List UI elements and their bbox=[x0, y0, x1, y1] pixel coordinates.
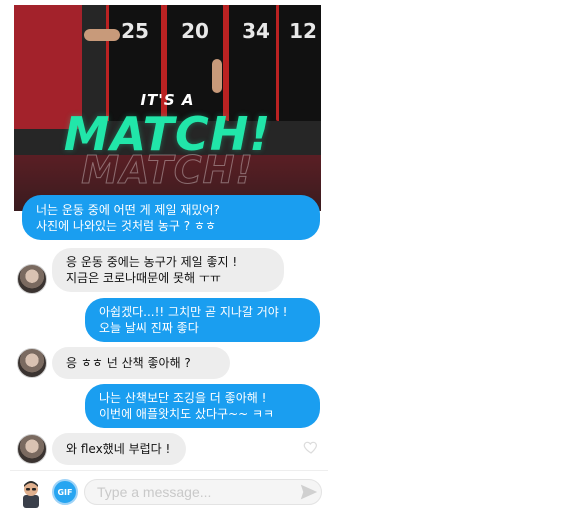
message-input[interactable] bbox=[84, 479, 322, 505]
received-message-bubble[interactable]: 응 운동 중에는 농구가 제일 좋지 ! 지금은 코로나때문에 못해 ㅜㅠ bbox=[52, 248, 284, 292]
match-photo: 25 20 34 12 IT'S A MATCH! MATCH! bbox=[14, 5, 321, 211]
message-line: 나는 산책보단 조깅을 더 좋아해 ! bbox=[99, 391, 267, 405]
jersey-number: 34 bbox=[242, 19, 270, 43]
received-message-bubble[interactable]: 와 flex했네 부럽다 ! bbox=[52, 433, 186, 465]
message-line: 오늘 날씨 진짜 좋다 bbox=[99, 321, 199, 335]
player-arm bbox=[212, 59, 222, 93]
message-composer: GIF bbox=[10, 470, 328, 514]
message-line: 응 운동 중에는 농구가 제일 좋지 ! bbox=[66, 255, 238, 269]
message-line: 너는 운동 중에 어떤 게 제일 재밌어? bbox=[36, 202, 220, 217]
send-icon[interactable] bbox=[299, 483, 319, 501]
sent-message-bubble[interactable]: 아쉽겠다...!! 그치만 곧 지나갈 거야 ! 오늘 날씨 진짜 좋다 bbox=[85, 298, 320, 342]
message-line: 아쉽겠다...!! 그치만 곧 지나갈 거야 ! bbox=[99, 305, 288, 319]
sent-message-bubble[interactable]: 나는 산책보단 조깅을 더 좋아해 ! 이번에 애플왓치도 샀다구~~ ㅋㅋ bbox=[85, 384, 320, 428]
player-arm bbox=[84, 29, 120, 41]
message-line: 이번에 애플왓치도 샀다구~~ ㅋㅋ bbox=[99, 407, 275, 421]
contact-avatar[interactable] bbox=[17, 434, 47, 464]
message-line: 응 ㅎㅎ 넌 산책 좋아해 ? bbox=[66, 356, 191, 370]
contact-avatar[interactable] bbox=[17, 348, 47, 378]
match-title-echo: MATCH! bbox=[81, 148, 254, 193]
message-line: 사진에 나와있는 것처럼 농구 ? ㅎㅎ bbox=[36, 218, 217, 233]
jersey-number: 12 bbox=[289, 19, 317, 43]
sent-message-bubble[interactable]: 너는 운동 중에 어떤 게 제일 재밌어? 사진에 나와있는 것처럼 농구 ? … bbox=[22, 195, 320, 240]
user-avatar-icon[interactable] bbox=[18, 478, 44, 508]
jersey-number: 20 bbox=[181, 19, 209, 43]
contact-avatar[interactable] bbox=[17, 264, 47, 294]
received-message-bubble[interactable]: 응 ㅎㅎ 넌 산책 좋아해 ? bbox=[52, 347, 230, 379]
message-line: 지금은 코로나때문에 못해 ㅜㅠ bbox=[66, 271, 221, 285]
message-line: 와 flex했네 부럽다 ! bbox=[66, 442, 171, 456]
like-heart-icon[interactable] bbox=[303, 439, 319, 455]
gif-button[interactable]: GIF bbox=[52, 479, 78, 505]
chat-screen: 25 20 34 12 IT'S A MATCH! MATCH! 너는 운동 중… bbox=[10, 0, 328, 514]
